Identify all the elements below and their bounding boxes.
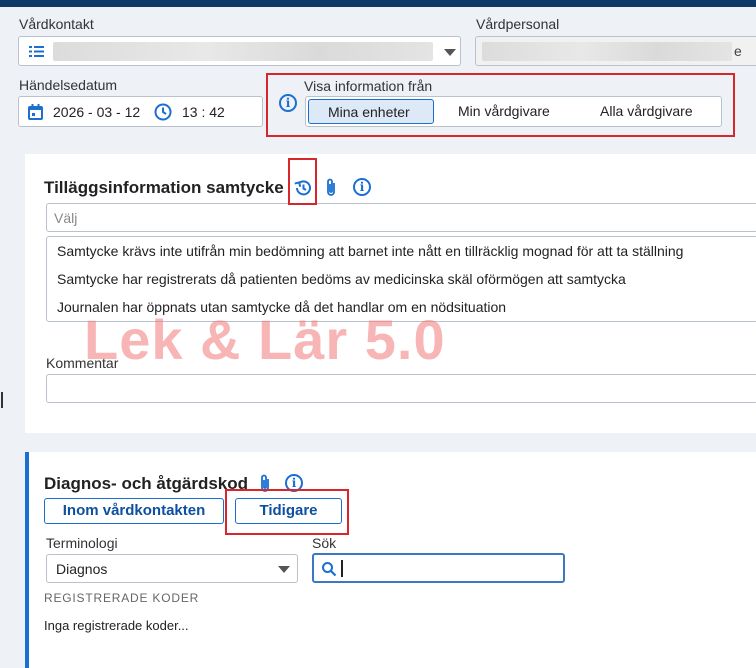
visa-option-label: Mina enheter — [328, 104, 410, 120]
sok-input[interactable] — [312, 553, 565, 583]
info-icon[interactable]: i — [353, 178, 371, 196]
registrerade-heading: REGISTRERADE KODER — [44, 591, 200, 605]
handelsedatum-field[interactable]: 2026 - 03 - 12 13 : 42 — [18, 96, 263, 127]
visa-option-mina-enheter[interactable]: Mina enheter — [308, 99, 434, 124]
visa-info-label: Visa information från — [304, 78, 433, 94]
samtycke-option-1[interactable]: Samtycke krävs inte utifrån min bedömnin… — [57, 243, 683, 259]
list-icon — [29, 46, 44, 57]
samtycke-option-2[interactable]: Samtycke har registrerats då patienten b… — [57, 271, 626, 287]
search-icon — [322, 562, 337, 577]
diagnos-panel: Diagnos- och åtgärdskod i Inom vårdkonta… — [25, 452, 756, 668]
calendar-icon — [28, 104, 43, 120]
vardpersonal-label: Vårdpersonal — [476, 16, 560, 32]
visa-info-segmented: Mina enheter Min vårdgivare Alla vårdgiv… — [305, 96, 722, 127]
vardkontakt-label: Vårdkontakt — [19, 16, 94, 32]
visa-option-alla-vardgivare[interactable]: Alla vårdgivare — [600, 103, 693, 119]
splitter-handle[interactable] — [1, 392, 3, 408]
samtycke-title: Tilläggsinformation samtycke — [44, 178, 284, 197]
handelsedatum-label: Händelsedatum — [19, 77, 118, 93]
vardpersonal-field[interactable]: e — [475, 36, 756, 66]
terminologi-value: Diagnos — [56, 561, 108, 577]
tab-inom-vardkontakten[interactable]: Inom vårdkontakten — [44, 498, 224, 524]
terminologi-select[interactable]: Diagnos — [46, 554, 298, 583]
highlight-history-icon — [288, 158, 317, 205]
samtycke-select-placeholder: Välj — [54, 210, 78, 226]
samtycke-panel: Tilläggsinformation samtycke i Välj Samt… — [25, 154, 756, 433]
vardkontakt-redacted — [53, 42, 433, 61]
visa-option-min-vardgivare[interactable]: Min vårdgivare — [458, 103, 550, 119]
registrerade-empty: Inga registrerade koder... — [44, 618, 189, 633]
vardpersonal-redacted — [482, 42, 732, 61]
watermark: Lek & Lär 5.0 — [84, 308, 446, 371]
date-value[interactable]: 2026 - 03 - 12 — [53, 104, 140, 120]
chevron-down-icon — [444, 49, 456, 56]
clock-icon — [154, 103, 172, 121]
highlight-tidigare — [225, 489, 349, 535]
sok-label: Sök — [312, 535, 337, 551]
vardkontakt-select[interactable] — [18, 36, 461, 66]
samtycke-select[interactable]: Välj — [46, 203, 756, 232]
top-app-bar — [0, 0, 756, 7]
time-value[interactable]: 13 : 42 — [182, 104, 225, 120]
attachment-icon[interactable] — [324, 177, 338, 199]
text-cursor — [341, 560, 343, 577]
diagnos-title: Diagnos- och åtgärdskod — [44, 474, 249, 493]
vardpersonal-tail: e — [734, 43, 742, 59]
chevron-down-icon — [278, 566, 290, 573]
kommentar-input[interactable] — [46, 374, 756, 403]
terminologi-label: Terminologi — [46, 535, 118, 551]
